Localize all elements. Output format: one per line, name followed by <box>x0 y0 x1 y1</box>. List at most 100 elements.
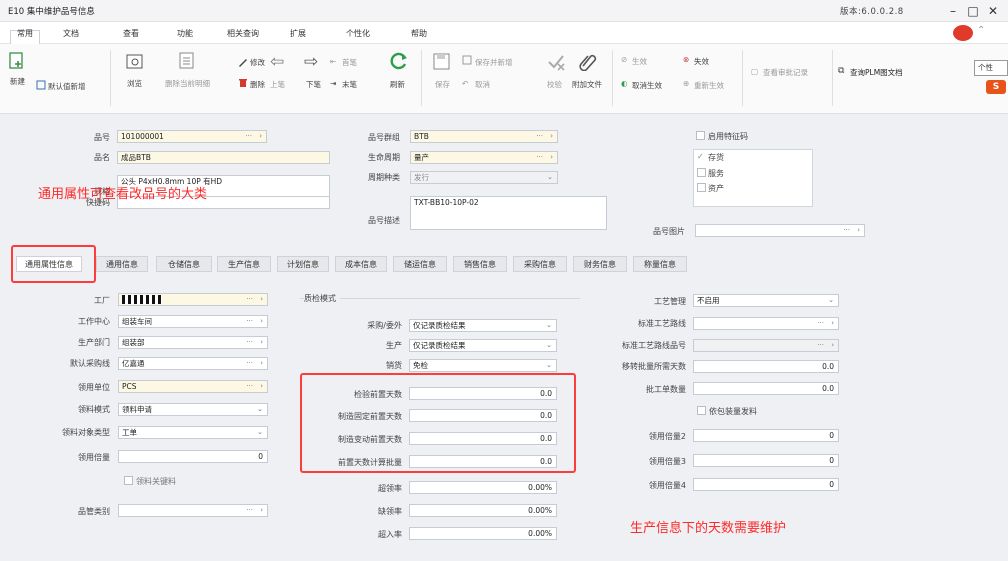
check-button[interactable]: 校验 <box>547 79 562 90</box>
unit-input[interactable]: PCS ··· › <box>118 380 268 393</box>
item-name-input[interactable]: 成品BTB <box>117 151 330 164</box>
invalid-icon: ⊗ <box>683 55 690 64</box>
process-mgmt-label: 工艺管理 <box>654 297 686 306</box>
over-rate-input[interactable]: 0.00% <box>409 481 557 494</box>
item-name-label: 品名 <box>94 153 110 162</box>
tab-weighing[interactable]: 称量信息 <box>633 256 687 272</box>
tab-storage[interactable]: 仓储信息 <box>156 256 212 272</box>
save-button[interactable]: 保存 <box>435 79 450 90</box>
move-days-input[interactable]: 0.0 <box>693 360 839 373</box>
desc-input[interactable]: TXT-BB10-10P-02 <box>410 196 607 230</box>
std-route-input[interactable]: ··· › <box>693 317 839 330</box>
close-button[interactable]: ✕ <box>984 2 1002 20</box>
batch-qty-label: 批工单数量 <box>646 385 686 394</box>
mgmt-input[interactable]: ··· › <box>118 504 268 517</box>
lifecycle-input[interactable]: 量产 ··· › <box>410 151 558 164</box>
menu-help[interactable]: 帮助 <box>411 28 427 39</box>
attach-button[interactable]: 附加文件 <box>572 79 602 90</box>
menu-view[interactable]: 查看 <box>123 28 139 39</box>
cancel-button[interactable]: 取消 <box>475 79 490 90</box>
in-rate-input[interactable]: 0.00% <box>409 527 557 540</box>
delete-detail-button[interactable]: 删除当前明细 <box>165 78 210 89</box>
re-effective-button[interactable]: 重新生效 <box>694 80 724 91</box>
refresh-button[interactable]: 刷新 <box>390 79 405 90</box>
group-label: 品号群组 <box>368 133 400 142</box>
cancel-effective-button[interactable]: 取消生效 <box>632 80 662 91</box>
query-plm-button[interactable]: 查询PLM图文档 <box>850 67 903 78</box>
prev-button[interactable]: 上笔 <box>270 79 285 90</box>
multiple-input[interactable]: 0 <box>118 450 268 463</box>
group-input[interactable]: BTB ··· › <box>410 130 558 143</box>
dep-checkbox[interactable] <box>697 406 706 415</box>
delete-button[interactable]: 删除 <box>250 79 265 90</box>
multiple4-label: 领用倍量4 <box>648 481 686 490</box>
edit-icon <box>239 59 247 67</box>
user-avatar[interactable] <box>953 25 973 41</box>
menu-personalize[interactable]: 个性化 <box>346 28 370 39</box>
multiple3-input[interactable]: 0 <box>693 454 839 467</box>
tab-general[interactable]: 通用信息 <box>96 256 148 272</box>
first-button[interactable]: 首笔 <box>342 57 357 68</box>
tab-purchase[interactable]: 采购信息 <box>513 256 567 272</box>
effective-button[interactable]: 生效 <box>632 56 647 67</box>
std-route-no-input[interactable]: ··· › <box>693 339 839 352</box>
plm-icon: ⧉ <box>838 66 845 76</box>
feature-checkbox[interactable] <box>696 131 705 140</box>
default-new-button[interactable]: 默认值新增 <box>48 81 86 92</box>
collapse-ribbon-icon[interactable]: ⌃ <box>977 25 985 36</box>
line-input[interactable]: 亿嘉通 ··· › <box>118 357 268 370</box>
picture-input[interactable]: ··· › <box>695 224 865 237</box>
pick-mode-select[interactable]: 领料申请 ⌄ <box>118 403 268 416</box>
purchase-qc-select[interactable]: 仅记录质检结果 ⌄ <box>409 319 557 332</box>
new-button[interactable]: 新建 <box>10 76 25 87</box>
browse-button[interactable]: 浏览 <box>127 78 142 89</box>
tab-plan[interactable]: 计划信息 <box>277 256 329 272</box>
tab-finance[interactable]: 财务信息 <box>573 256 627 272</box>
multiple4-input[interactable]: 0 <box>693 478 839 491</box>
edit-button[interactable]: 修改 <box>250 57 265 68</box>
key-pick-checkbox[interactable] <box>124 476 133 485</box>
picture-label: 品号图片 <box>653 227 685 236</box>
view-audit-button[interactable]: 查看审批记录 <box>763 67 808 78</box>
service-checkbox[interactable] <box>697 168 706 177</box>
menu-related-query[interactable]: 相关查询 <box>227 28 259 39</box>
process-mgmt-select[interactable]: 不启用 ⌄ <box>693 294 839 307</box>
tab-production[interactable]: 生产信息 <box>217 256 271 272</box>
work-center-input[interactable]: 组装车间 ··· › <box>118 315 268 328</box>
std-route-label: 标准工艺路线 <box>638 319 686 328</box>
asset-checkbox[interactable] <box>697 183 706 192</box>
maximize-button[interactable]: □ <box>964 2 982 20</box>
pick-type-select[interactable]: 工单 ⌄ <box>118 426 268 439</box>
dept-input[interactable]: 组装部 ··· › <box>118 336 268 349</box>
item-no-input[interactable]: 101000001 ··· › <box>117 130 267 143</box>
batch-qty-input[interactable]: 0.0 <box>693 382 839 395</box>
tab-cost[interactable]: 成本信息 <box>335 256 387 272</box>
production-qc-select[interactable]: 仅记录质检结果 ⌄ <box>409 339 557 352</box>
sales-qc-select[interactable]: 免检 ⌄ <box>409 359 557 372</box>
cycle-type-select[interactable]: 发行 ⌄ <box>410 171 558 184</box>
save-new-button[interactable]: 保存并新增 <box>475 57 513 68</box>
factory-label: 工厂 <box>94 296 110 305</box>
factory-masked-value <box>122 295 162 304</box>
menu-document[interactable]: 文档 <box>63 28 79 39</box>
multiple2-input[interactable]: 0 <box>693 429 839 442</box>
last-button[interactable]: 末笔 <box>342 79 357 90</box>
first-icon: ⇤ <box>330 57 337 66</box>
minimize-button[interactable]: – <box>944 2 962 20</box>
factory-input[interactable]: ··· › <box>118 293 268 306</box>
short-rate-input[interactable]: 0.00% <box>409 504 557 517</box>
menu-function[interactable]: 功能 <box>177 28 193 39</box>
tab-sales[interactable]: 销售信息 <box>453 256 507 272</box>
ribbon-separator <box>742 50 743 106</box>
window-title: E10 集中维护品号信息 <box>8 7 95 17</box>
sales-qc-label: 销货 <box>386 361 402 370</box>
qc-mode-label: 质检模式 <box>304 293 340 304</box>
menu-extend[interactable]: 扩展 <box>290 28 306 39</box>
invalid-button[interactable]: 失效 <box>694 56 709 67</box>
tab-transport[interactable]: 储运信息 <box>393 256 447 272</box>
ribbon-separator <box>110 50 111 106</box>
dep-label: 依包装量发料 <box>709 407 757 416</box>
menu-common[interactable]: 常用 <box>17 28 33 39</box>
stock-check-icon[interactable]: ✓ <box>697 152 704 161</box>
next-button[interactable]: 下笔 <box>306 79 321 90</box>
